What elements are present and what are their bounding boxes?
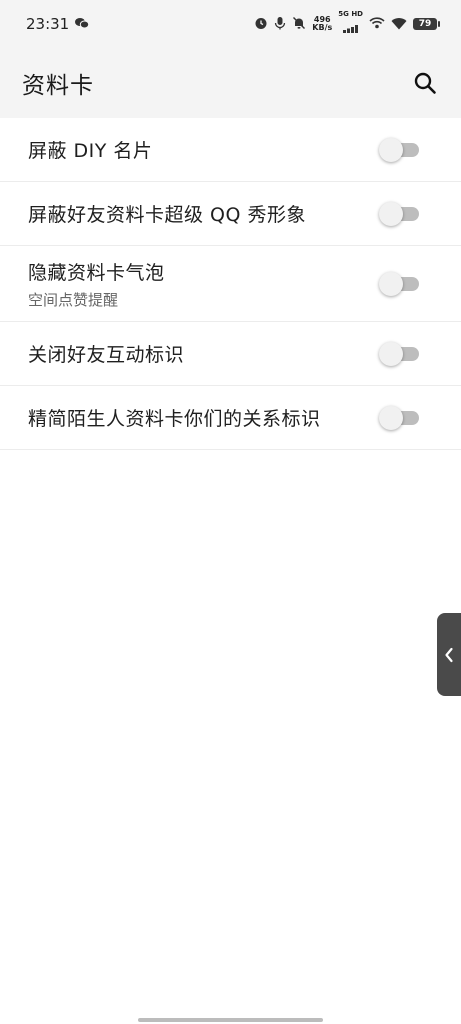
setting-title: 隐藏资料卡气泡	[28, 261, 165, 284]
switch-thumb	[379, 137, 403, 162]
setting-row-hide-diy-card[interactable]: 屏蔽 DIY 名片	[0, 118, 461, 182]
settings-list: 屏蔽 DIY 名片 屏蔽好友资料卡超级 QQ 秀形象 隐藏资料卡气泡 空间点赞提…	[0, 118, 461, 450]
setting-title: 屏蔽好友资料卡超级 QQ 秀形象	[28, 204, 306, 226]
wechat-icon	[75, 15, 90, 33]
search-button[interactable]	[409, 67, 441, 99]
setting-row-close-interaction-badge[interactable]: 关闭好友互动标识	[0, 322, 461, 386]
chevron-left-icon	[445, 647, 453, 662]
switch-thumb	[379, 201, 403, 226]
status-left: 23:31	[26, 15, 90, 33]
setting-title: 精简陌生人资料卡你们的关系标识	[28, 408, 321, 430]
toggle-switch[interactable]	[379, 137, 419, 162]
microphone-icon	[274, 15, 286, 34]
setting-text: 屏蔽好友资料卡超级 QQ 秀形象	[28, 200, 306, 227]
wifi-icon	[391, 15, 407, 34]
setting-text: 关闭好友互动标识	[28, 340, 184, 367]
signal-bars-icon	[342, 18, 359, 37]
setting-text: 隐藏资料卡气泡 空间点赞提醒	[28, 258, 165, 310]
status-right: 496 KB/s 5G HD 79	[254, 11, 440, 37]
hotspot-icon	[369, 15, 385, 34]
switch-thumb	[379, 341, 403, 366]
battery-icon: 79	[413, 18, 440, 30]
setting-row-hide-card-bubble[interactable]: 隐藏资料卡气泡 空间点赞提醒	[0, 246, 461, 322]
setting-subtitle: 空间点赞提醒	[28, 290, 119, 309]
status-time: 23:31	[26, 15, 70, 33]
search-icon	[414, 72, 436, 94]
setting-text: 屏蔽 DIY 名片	[28, 136, 152, 163]
side-panel-handle[interactable]	[437, 613, 461, 696]
cellular-signal: 5G HD	[338, 11, 363, 37]
setting-row-simplify-stranger-relation[interactable]: 精简陌生人资料卡你们的关系标识	[0, 386, 461, 450]
toggle-switch[interactable]	[379, 341, 419, 366]
setting-text: 精简陌生人资料卡你们的关系标识	[28, 404, 321, 431]
switch-thumb	[379, 271, 403, 296]
muted-bell-icon	[292, 15, 306, 34]
setting-title: 关闭好友互动标识	[28, 344, 185, 366]
battery-level: 79	[418, 19, 432, 29]
app-bar: 资料卡	[0, 48, 461, 118]
alarm-icon	[254, 15, 268, 34]
toggle-switch[interactable]	[379, 405, 419, 430]
net-speed-unit: KB/s	[312, 23, 333, 32]
switch-thumb	[379, 405, 403, 430]
net-speed: 496 KB/s	[312, 16, 332, 32]
toggle-switch[interactable]	[379, 271, 419, 296]
home-indicator[interactable]	[138, 1018, 323, 1022]
toggle-switch[interactable]	[379, 201, 419, 226]
status-bar: 23:31 496 KB/s 5G HD 79	[0, 0, 461, 48]
page-title: 资料卡	[22, 73, 94, 99]
setting-row-hide-super-qq-show[interactable]: 屏蔽好友资料卡超级 QQ 秀形象	[0, 182, 461, 246]
signal-label: 5G HD	[338, 10, 363, 18]
setting-title: 屏蔽 DIY 名片	[28, 140, 153, 162]
